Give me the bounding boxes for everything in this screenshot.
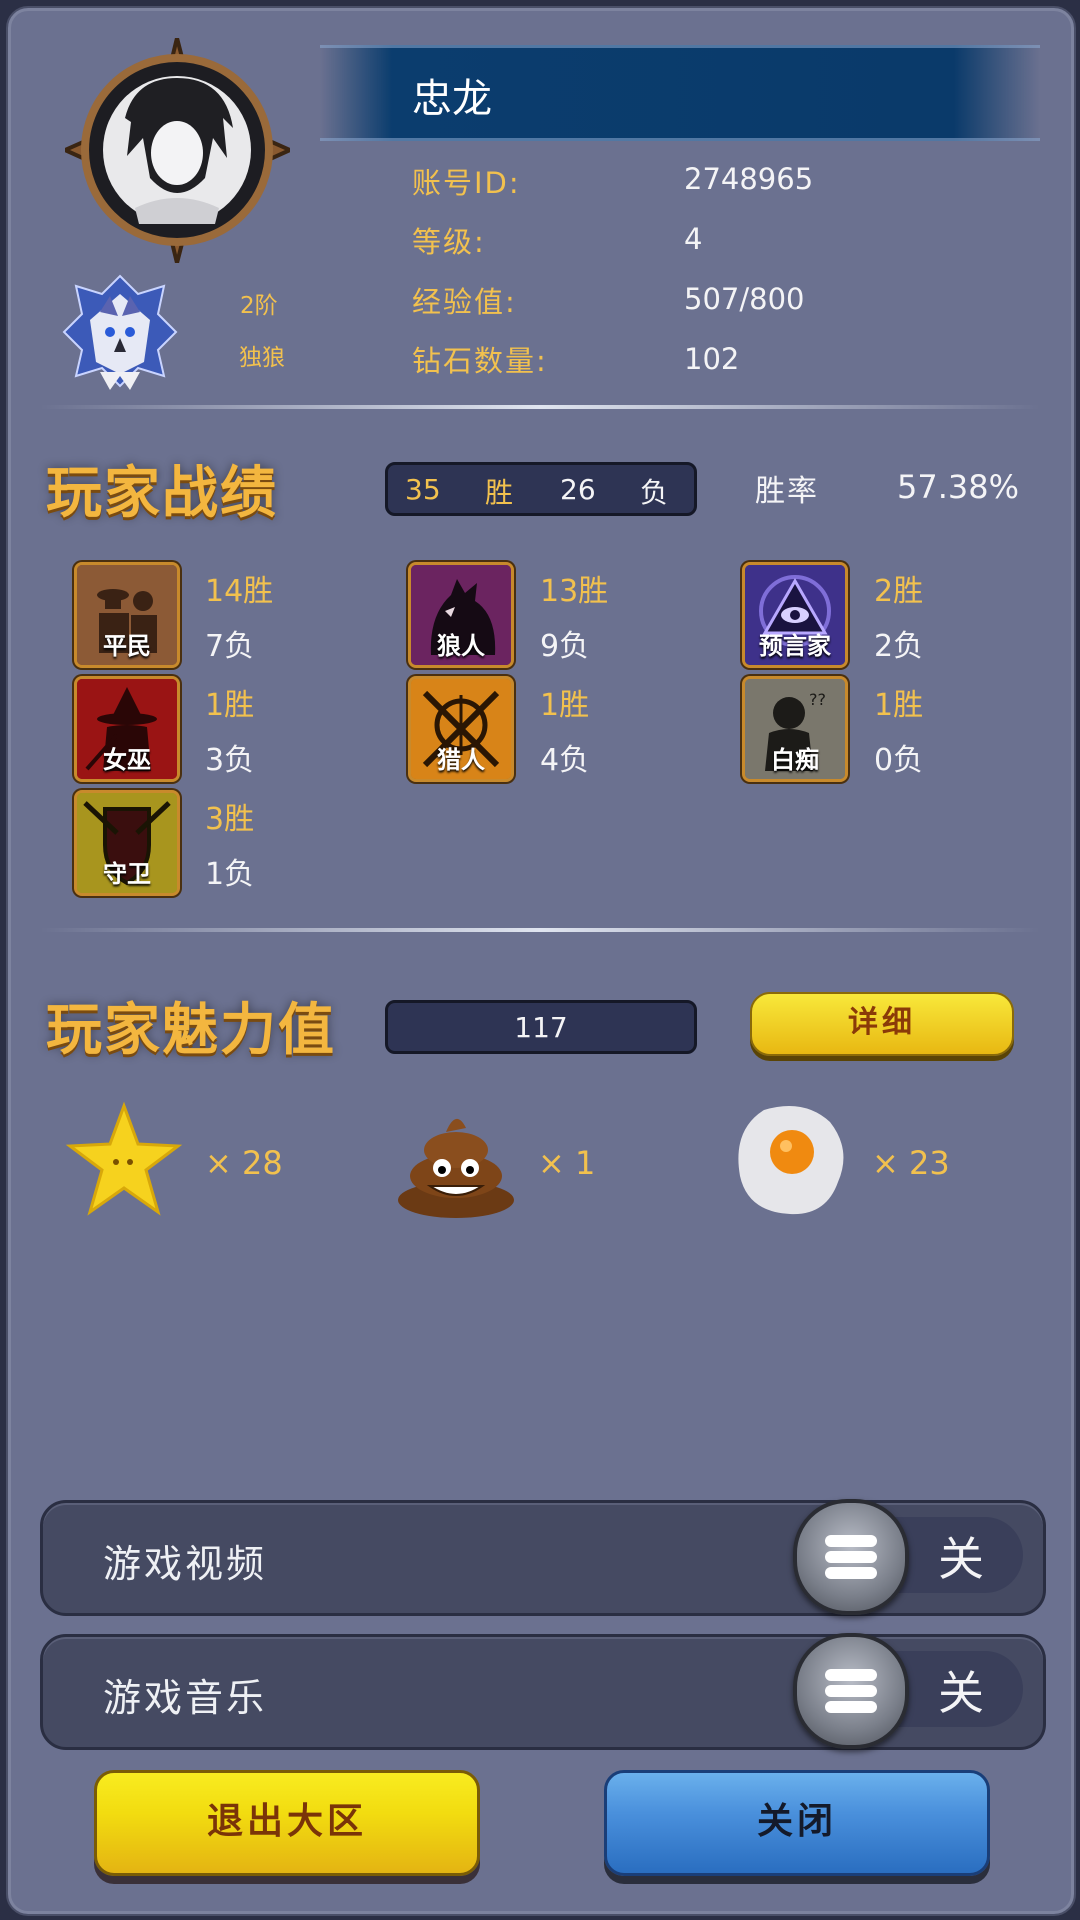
video-setting-label: 游戏视频 [103, 1542, 268, 1586]
role-name: 狼人 [437, 632, 485, 660]
witch-icon: 女巫 [74, 676, 180, 782]
divider [40, 405, 1040, 409]
exp-value: 507/800 [684, 282, 805, 316]
poop-icon [394, 1104, 518, 1220]
svg-text:??: ?? [809, 690, 826, 709]
fried-egg-icon [734, 1100, 850, 1220]
charm-detail-button[interactable]: 详细 [750, 992, 1014, 1056]
rank-title: 独狼 [239, 345, 285, 371]
role-name: 白痴 [771, 746, 819, 774]
star-count: × 28 [205, 1144, 283, 1182]
role-losses: 0负 [874, 743, 924, 778]
total-losses: 26 [560, 473, 596, 506]
charm-title: 玩家魅力值 [46, 997, 336, 1063]
role-losses: 7负 [205, 629, 255, 664]
account-id-value: 2748965 [684, 162, 814, 196]
music-setting-row: 游戏音乐 关 [40, 1633, 1046, 1750]
egg-count: × 23 [872, 1144, 950, 1182]
wolf-rank-icon [60, 272, 180, 390]
level-value: 4 [684, 222, 703, 256]
star-icon [64, 1100, 184, 1220]
losses-label: 负 [640, 476, 669, 509]
role-losses: 3负 [205, 743, 255, 778]
avatar[interactable] [60, 37, 295, 264]
menu-lines-icon [825, 1535, 877, 1579]
role-losses: 2负 [874, 629, 924, 664]
role-wins: 3胜 [205, 802, 255, 837]
charm-value: 117 [514, 1011, 568, 1044]
video-setting-row: 游戏视频 关 [40, 1499, 1046, 1616]
role-name: 平民 [103, 632, 151, 660]
wins-label: 胜 [485, 476, 514, 509]
role-wins: 1胜 [205, 688, 255, 723]
role-losses: 4负 [540, 743, 590, 778]
role-wins: 1胜 [874, 688, 924, 723]
idiot-icon: ?? 白痴 [742, 676, 848, 782]
exit-region-button[interactable]: 退出大区 [94, 1770, 480, 1876]
music-toggle-state: 关 [938, 1666, 984, 1720]
role-wins: 14胜 [205, 574, 274, 609]
role-wins: 2胜 [874, 574, 924, 609]
video-toggle-knob[interactable] [793, 1499, 909, 1615]
music-setting-label: 游戏音乐 [103, 1676, 268, 1720]
music-toggle-knob[interactable] [793, 1633, 909, 1749]
diamond-label: 钻石数量: [412, 344, 548, 378]
role-losses: 9负 [540, 629, 590, 664]
close-button[interactable]: 关闭 [604, 1770, 990, 1876]
record-title: 玩家战绩 [46, 460, 278, 526]
guard-shield-icon: 守卫 [74, 790, 180, 896]
rank-tier: 2阶 [240, 293, 278, 319]
account-id-label: 账号ID: [412, 166, 521, 200]
role-name: 猎人 [437, 746, 485, 774]
role-name: 女巫 [103, 746, 151, 774]
win-rate-value: 57.38% [897, 468, 1020, 506]
poop-count: × 1 [538, 1144, 596, 1182]
win-rate-label: 胜率 [755, 474, 819, 509]
role-name: 预言家 [759, 632, 831, 660]
role-wins: 1胜 [540, 688, 590, 723]
seer-eye-icon: 预言家 [742, 562, 848, 668]
video-toggle-state: 关 [938, 1532, 984, 1586]
total-wins: 35 [405, 473, 441, 506]
name-banner: 忠龙 [320, 45, 1040, 141]
level-label: 等级: [412, 225, 486, 259]
record-summary: 35 胜 26 负 [385, 462, 697, 516]
charm-value-box: 117 [385, 1000, 697, 1054]
compass-frame-icon [60, 37, 295, 264]
diamond-value: 102 [684, 342, 740, 376]
exp-label: 经验值: [412, 285, 517, 319]
menu-lines-icon [825, 1669, 877, 1713]
werewolf-icon: 狼人 [408, 562, 514, 668]
hunter-crosshair-icon: 猎人 [408, 676, 514, 782]
villager-icon: 平民 [74, 562, 180, 668]
role-wins: 13胜 [540, 574, 609, 609]
role-losses: 1负 [205, 857, 255, 892]
divider [40, 928, 1040, 932]
role-name: 守卫 [103, 860, 151, 888]
player-name: 忠龙 [412, 76, 492, 122]
